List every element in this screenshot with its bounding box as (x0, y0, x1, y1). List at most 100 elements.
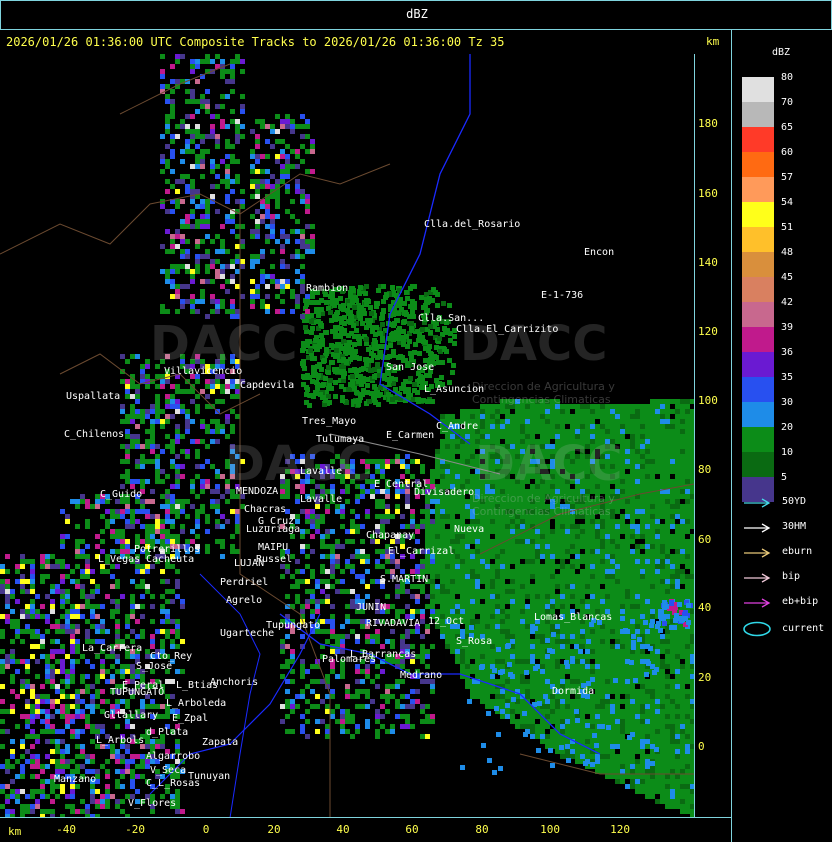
radar-echo-cell (445, 449, 450, 454)
radar-echo-cell (650, 729, 655, 734)
radar-echo-cell (220, 284, 225, 289)
radar-echo-cell (545, 419, 550, 424)
radar-echo-cell (665, 724, 670, 729)
radar-echo-cell (670, 729, 675, 734)
radar-echo-cell (435, 524, 440, 529)
radar-echo-cell (660, 544, 665, 549)
radar-echo-cell (440, 524, 445, 529)
radar-echo-cell (675, 639, 680, 644)
radar-echo-cell (450, 509, 455, 514)
radar-echo-cell (600, 694, 605, 699)
radar-echo-cell (401, 329, 406, 334)
radar-echo-cell (595, 684, 600, 689)
radar-echo-cell (455, 579, 460, 584)
radar-echo-cell (585, 549, 590, 554)
radar-echo-cell (575, 419, 580, 424)
radar-echo-cell (595, 644, 600, 649)
radar-echo-cell (235, 119, 240, 124)
radar-echo-cell (460, 649, 465, 654)
radar-echo-cell (365, 383, 370, 388)
radar-echo-cell (520, 639, 525, 644)
radar-echo-cell (680, 529, 685, 534)
radar-echo-cell (410, 299, 415, 304)
radar-echo-cell (205, 209, 210, 214)
radar-echo-cell (431, 287, 436, 292)
radar-echo-cell (640, 699, 645, 704)
radar-echo-cell (560, 704, 565, 709)
radar-echo-cell (485, 619, 490, 624)
radar-echo-cell (680, 579, 685, 584)
radar-echo-cell (555, 719, 560, 724)
radar-echo-cell (319, 307, 324, 312)
radar-echo-cell (485, 519, 490, 524)
radar-echo-cell (376, 288, 381, 293)
radar-echo-cell (565, 604, 570, 609)
radar-echo-cell (680, 729, 685, 734)
radar-echo-cell (610, 599, 615, 604)
radar-echo-cell (500, 629, 505, 634)
radar-echo-cell (615, 559, 620, 564)
radar-echo-cell (170, 149, 175, 154)
radar-echo-cell (585, 409, 590, 414)
radar-echo-cell (600, 754, 605, 759)
radar-echo-cell (460, 409, 465, 414)
radar-map[interactable]: DACC DACC DACC DACC Direccion de Agricul… (0, 54, 694, 818)
radar-echo-cell (595, 699, 600, 704)
radar-echo-cell (600, 424, 605, 429)
radar-echo-cell (640, 684, 645, 689)
radar-echo-cell (530, 729, 535, 734)
radar-echo-cell (495, 559, 500, 564)
radar-echo-cell (605, 524, 610, 529)
radar-echo-cell (550, 704, 555, 709)
radar-echo-cell (230, 59, 235, 64)
radar-echo-cell (675, 709, 680, 714)
radar-echo-cell (490, 659, 495, 664)
radar-echo-cell (548, 748, 553, 753)
radar-echo-cell (630, 599, 635, 604)
radar-echo-cell (640, 664, 645, 669)
radar-echo-cell (565, 594, 570, 599)
radar-echo-cell (165, 164, 170, 169)
radar-echo-cell (675, 554, 680, 559)
radar-echo-cell (362, 311, 367, 316)
radar-echo-cell (525, 419, 530, 424)
radar-echo-cell (665, 659, 670, 664)
radar-echo-cell (600, 714, 605, 719)
radar-echo-cell (635, 719, 640, 724)
radar-echo-cell (536, 748, 541, 753)
radar-echo-cell (465, 574, 470, 579)
radar-echo-cell (620, 669, 625, 674)
radar-echo-cell (570, 669, 575, 674)
radar-echo-cell (260, 299, 265, 304)
radar-echo-cell (625, 654, 630, 659)
radar-echo-cell (418, 374, 423, 379)
radar-echo-cell (670, 639, 675, 644)
radar-echo-cell (675, 434, 680, 439)
radar-echo-cell (565, 724, 570, 729)
radar-echo-cell (635, 559, 640, 564)
radar-echo-cell (630, 409, 635, 414)
radar-echo-cell (265, 209, 270, 214)
radar-echo-cell (510, 629, 515, 634)
radar-echo-cell (660, 524, 665, 529)
radar-echo-cell (570, 634, 575, 639)
radar-echo-cell (500, 584, 505, 589)
radar-echo-cell (685, 734, 690, 739)
radar-echo-cell (655, 519, 660, 524)
radar-echo-cell (475, 574, 480, 579)
radar-echo-cell (635, 759, 640, 764)
radar-echo-cell (665, 459, 670, 464)
radar-echo-cell (685, 719, 690, 724)
radar-echo-cell (525, 654, 530, 659)
radar-echo-cell (447, 358, 452, 363)
radar-echo-cell (640, 719, 645, 724)
radar-echo-cell (680, 514, 685, 519)
radar-echo-cell (430, 474, 435, 479)
radar-echo-cell (520, 419, 525, 424)
radar-echo-cell (580, 604, 585, 609)
radar-echo-cell (200, 299, 205, 304)
radar-echo-cell (510, 589, 515, 594)
radar-echo-cell (685, 449, 690, 454)
radar-echo-cell (280, 179, 285, 184)
radar-echo-cell (515, 519, 520, 524)
